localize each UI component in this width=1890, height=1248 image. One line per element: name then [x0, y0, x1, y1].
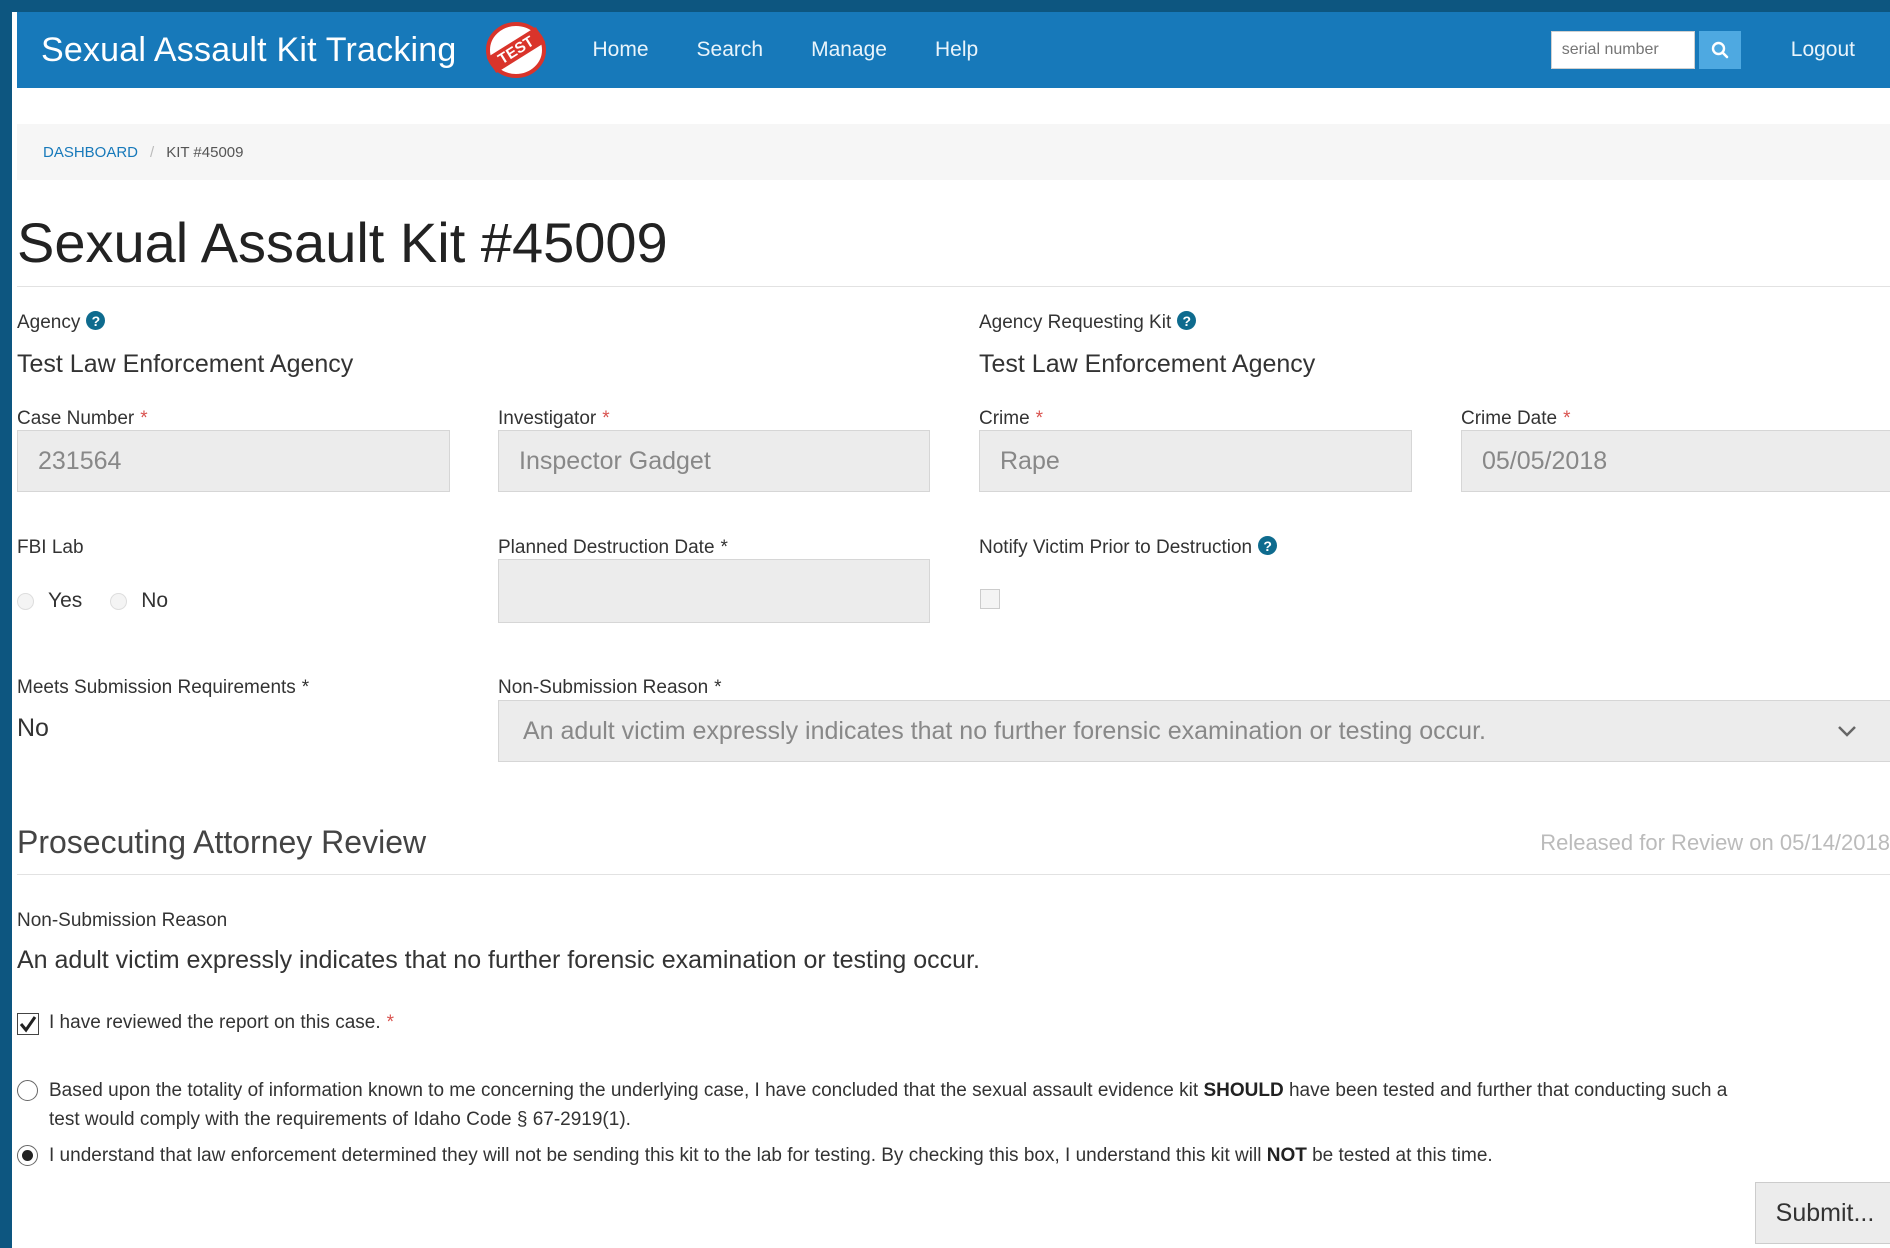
- notify-victim-checkbox[interactable]: [980, 589, 1000, 609]
- non-submission-reason-label: Non-Submission Reason *: [498, 677, 722, 698]
- non-submission-reason-selected: An adult victim expressly indicates that…: [523, 716, 1486, 745]
- fbi-yes-label: Yes: [48, 589, 83, 612]
- checkmark-icon: [19, 1016, 37, 1033]
- reviewed-label: I have reviewed the report on this case.…: [49, 1012, 395, 1033]
- nav-search[interactable]: Search: [697, 38, 764, 62]
- review-reason-label: Non-Submission Reason: [17, 910, 228, 931]
- breadcrumb-separator: /: [150, 143, 155, 161]
- released-date: Released for Review on 05/14/2018: [1540, 830, 1890, 855]
- search-button[interactable]: [1698, 31, 1741, 69]
- agency-value: Test Law Enforcement Agency: [17, 350, 354, 378]
- meets-submission-label: Meets Submission Requirements *: [17, 677, 310, 698]
- case-number-field[interactable]: 231564: [17, 430, 450, 492]
- crime-date-field[interactable]: 05/05/2018: [1461, 430, 1890, 492]
- investigator-label: Investigator *: [498, 408, 610, 429]
- crime-date-label: Crime Date *: [1461, 408, 1571, 429]
- review-reason-value: An adult victim expressly indicates that…: [17, 946, 980, 974]
- search-icon: [1711, 41, 1729, 59]
- investigator-field[interactable]: Inspector Gadget: [498, 430, 930, 492]
- app-frame: Sexual Assault Kit Tracking TEST Home Se…: [12, 12, 1890, 1248]
- reviewed-checkbox[interactable]: [17, 1013, 39, 1035]
- review-section-title: Prosecuting Attorney Review: [17, 824, 427, 860]
- option-should-test-radio[interactable]: [17, 1080, 38, 1101]
- notify-victim-label: Notify Victim Prior to Destruction?: [979, 536, 1278, 559]
- nav-links: Home Search Manage Help: [593, 38, 1027, 62]
- review-divider: [17, 874, 1890, 875]
- logout-link[interactable]: Logout: [1791, 38, 1855, 62]
- option-not-tested-text: I understand that law enforcement determ…: [49, 1145, 1493, 1166]
- planned-destruction-field[interactable]: [498, 559, 930, 623]
- option-not-tested-radio[interactable]: [17, 1145, 38, 1166]
- meets-submission-value: No: [17, 714, 49, 742]
- question-icon[interactable]: ?: [86, 311, 106, 331]
- submit-button[interactable]: Submit...: [1755, 1182, 1890, 1244]
- breadcrumb-dashboard[interactable]: DASHBOARD: [43, 144, 138, 161]
- fbi-yes-radio[interactable]: [17, 592, 34, 610]
- test-logo-icon: TEST: [481, 19, 551, 81]
- fbi-no-label: No: [141, 589, 169, 612]
- fbi-lab-label: FBI Lab: [17, 537, 84, 558]
- agency-requesting-label: Agency Requesting Kit?: [979, 311, 1197, 334]
- agency-requesting-value: Test Law Enforcement Agency: [979, 350, 1316, 378]
- crime-field[interactable]: Rape: [979, 430, 1412, 492]
- chevron-down-icon: [1838, 726, 1856, 737]
- nav-help[interactable]: Help: [935, 38, 978, 62]
- question-icon[interactable]: ?: [1258, 536, 1278, 556]
- serial-search-input[interactable]: [1550, 31, 1695, 69]
- nav-home[interactable]: Home: [593, 38, 649, 62]
- page-title: Sexual Assault Kit #45009: [17, 211, 668, 274]
- breadcrumb: DASHBOARD / KIT #45009: [17, 124, 1890, 180]
- crime-label: Crime *: [979, 408, 1044, 429]
- breadcrumb-current: KIT #45009: [166, 143, 244, 161]
- title-divider: [17, 286, 1890, 287]
- non-submission-reason-select[interactable]: An adult victim expressly indicates that…: [498, 700, 1890, 762]
- top-navbar: Sexual Assault Kit Tracking TEST Home Se…: [17, 12, 1890, 88]
- case-number-label: Case Number *: [17, 408, 148, 429]
- brand[interactable]: Sexual Assault Kit Tracking TEST: [41, 19, 551, 81]
- fbi-lab-options: Yes No: [17, 589, 168, 613]
- agency-label: Agency?: [17, 311, 106, 334]
- brand-title: Sexual Assault Kit Tracking: [41, 30, 457, 69]
- nav-right: Logout: [1550, 12, 1890, 88]
- question-icon[interactable]: ?: [1177, 311, 1197, 331]
- option-should-test-text: Based upon the totality of information k…: [49, 1080, 1728, 1130]
- nav-manage[interactable]: Manage: [811, 38, 887, 62]
- fbi-no-radio[interactable]: [110, 592, 128, 610]
- planned-destruction-label: Planned Destruction Date *: [498, 537, 728, 558]
